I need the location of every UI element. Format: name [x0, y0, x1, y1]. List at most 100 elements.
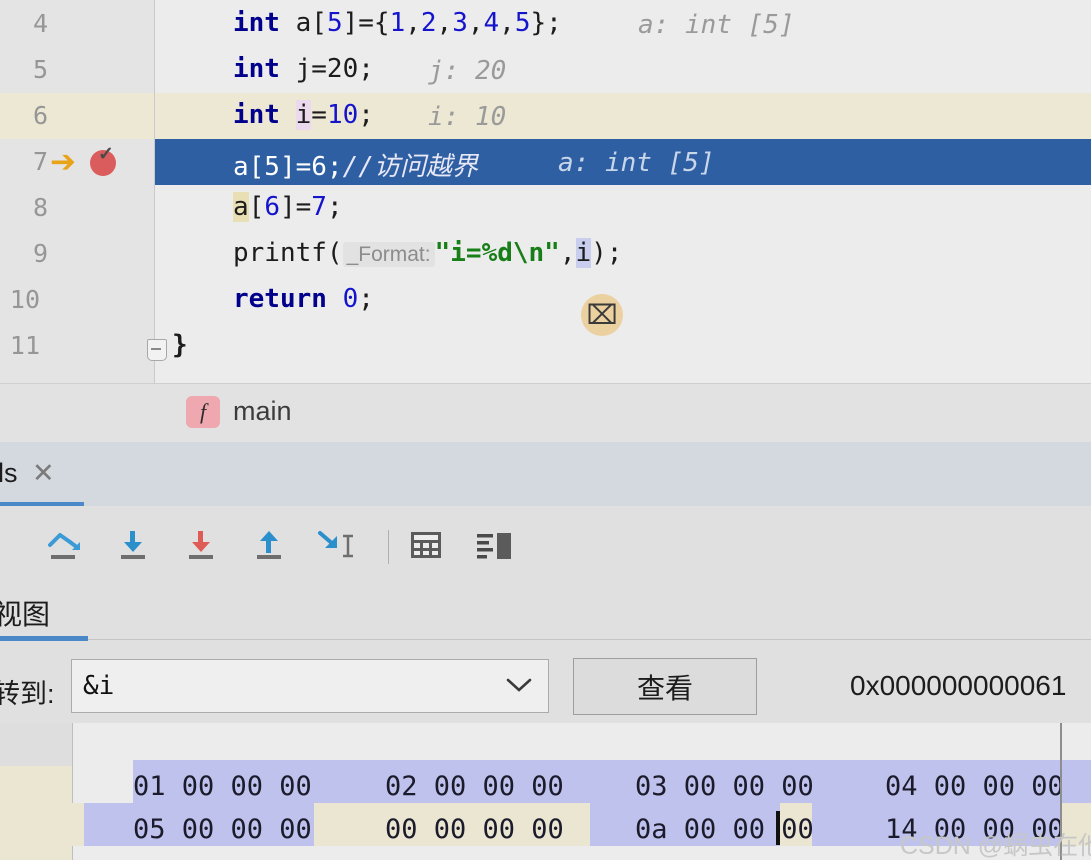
declaration-j: j=20; — [279, 54, 374, 84]
line-number: 4 — [32, 9, 48, 38]
goto-address-combobox[interactable]: &i — [71, 659, 549, 713]
run-to-cursor-icon — [318, 531, 353, 558]
step-into-icon — [121, 531, 145, 559]
call-printf: printf( — [233, 238, 343, 268]
step-into-button[interactable] — [110, 525, 158, 565]
comma: , — [499, 8, 515, 38]
force-step-into-button[interactable] — [178, 525, 226, 565]
inline-value-hint-7: a: int [5] — [558, 148, 715, 178]
comma: , — [436, 8, 453, 38]
line-tail: }; — [530, 8, 562, 38]
inline-value-hint-5: j: 20 — [428, 56, 507, 86]
code-line-10: return 0; — [233, 284, 374, 314]
hex-text-caret — [776, 811, 780, 845]
layout-settings-icon — [477, 533, 511, 559]
memory-address-label: 0x000000000061 — [850, 670, 1067, 701]
debug-tab-label[interactable]: ls — [0, 458, 18, 489]
step-over-icon — [48, 533, 80, 559]
memory-view-tab-label[interactable]: 视图 — [0, 593, 50, 633]
code-fold-icon[interactable] — [147, 339, 167, 361]
hex-group: 01 00 00 00 — [133, 771, 312, 802]
layout-settings-button[interactable] — [470, 525, 518, 565]
inline-value-hint-4: a: int [5] — [638, 10, 795, 40]
toolbar-divider — [388, 530, 389, 564]
array-size: 5 — [326, 8, 343, 38]
hex-gutter-row2-highlight — [0, 766, 72, 860]
index-6: 6 — [264, 192, 280, 222]
hex-group: 03 00 00 00 — [635, 771, 814, 802]
code-line-8: a[6]=7; — [233, 192, 343, 222]
chevron-down-icon[interactable] — [504, 672, 534, 701]
return-value: 0 — [326, 284, 359, 314]
evaluate-expression-button[interactable] — [402, 525, 450, 565]
breadcrumb-function-name[interactable]: main — [233, 396, 292, 427]
semicolon: ; — [358, 100, 374, 130]
identifier-a-warn: a — [233, 192, 249, 222]
identifier-i-highlighted: i — [295, 100, 312, 130]
ide-debug-screenshot: 4 5 6 7 8 9 10 11 ➔ ✓ int a[5]={1,2,3,4,… — [0, 0, 1091, 860]
code-editor[interactable]: 4 5 6 7 8 9 10 11 ➔ ✓ int a[5]={1,2,3,4,… — [0, 0, 1091, 383]
i-beam-icon: ⌧ — [586, 299, 618, 331]
line-number: 6 — [32, 101, 48, 130]
debugger-toolbar — [0, 506, 1091, 581]
hex-group: 00 00 00 00 — [385, 814, 564, 845]
argument-i: i — [575, 238, 592, 268]
bracket-close-assign: ]= — [279, 192, 312, 222]
hex-column-separator — [1060, 723, 1062, 860]
code-line-5: int j=20; — [233, 54, 374, 84]
statement-out-of-bounds: a[5]=6; — [233, 152, 343, 182]
line-number: 9 — [32, 239, 48, 268]
semicolon: ; — [326, 192, 343, 222]
comma: , — [467, 8, 484, 38]
init-value-2: 2 — [420, 8, 437, 38]
bracket-open: [ — [248, 192, 265, 222]
hex-row[interactable]: 01 00 00 00 02 00 00 00 03 00 00 00 04 0… — [133, 765, 1091, 808]
step-out-button[interactable] — [246, 525, 294, 565]
init-value-5: 5 — [514, 8, 531, 38]
assign-open: ]={ — [342, 8, 390, 38]
hex-group: 05 00 00 00 — [133, 814, 312, 845]
step-over-button[interactable] — [42, 525, 90, 565]
function-icon: f — [186, 396, 220, 428]
code-line-7: a[5]=6;//访问越界 — [233, 146, 478, 183]
keyword-int: int — [233, 8, 280, 38]
hex-row[interactable]: 05 00 00 00 00 00 00 00 0a 00 00 00 14 0… — [133, 808, 1091, 851]
line-number: 5 — [32, 55, 48, 84]
hex-group: 0a 00 00 00 — [635, 814, 814, 845]
run-to-cursor-button[interactable] — [314, 525, 362, 565]
semicolon: ; — [358, 284, 374, 314]
force-step-into-icon — [189, 531, 213, 559]
inline-value-hint-6: i: 10 — [428, 102, 507, 132]
mouse-i-beam-cursor: ⌧ — [581, 294, 623, 336]
view-button[interactable]: 查看 — [573, 658, 757, 715]
line-number: 7 — [32, 147, 48, 176]
memory-hex-dump[interactable]: 01 00 00 00 02 00 00 00 03 00 00 00 04 0… — [0, 723, 1091, 860]
init-value-3: 3 — [452, 8, 468, 38]
goto-address-value: &i — [83, 671, 115, 701]
identifier-a: a — [279, 8, 312, 38]
close-icon[interactable]: ✕ — [32, 458, 55, 489]
evaluate-expression-icon — [411, 532, 441, 558]
editor-row-highlight-current — [0, 93, 1091, 139]
bracket-open: [ — [311, 8, 327, 38]
hex-group: 04 00 00 00 — [885, 771, 1064, 802]
keyword-int: int — [233, 54, 280, 84]
value-7: 7 — [311, 192, 327, 222]
breadcrumb-bar — [0, 383, 1091, 443]
editor-row-highlight-execution — [0, 139, 1091, 185]
goto-label: 转到: — [0, 679, 55, 709]
line-number: 11 — [9, 331, 40, 360]
assign-op: = — [311, 100, 327, 130]
code-line-9: printf(_Format: "i=%d\n",i); — [233, 238, 622, 268]
value-10: 10 — [326, 100, 359, 130]
comma: , — [405, 8, 421, 38]
breakpoint-verified-check-icon: ✓ — [98, 144, 114, 165]
code-line-6: int i=10; — [233, 100, 374, 130]
keyword-int: int — [233, 100, 280, 130]
line-number: 8 — [32, 193, 48, 222]
comment-chinese: //访问越界 — [342, 152, 478, 182]
code-line-11: } — [172, 330, 188, 360]
debug-tab-bar: ls ✕ — [0, 442, 1091, 507]
init-value-4: 4 — [483, 8, 500, 38]
